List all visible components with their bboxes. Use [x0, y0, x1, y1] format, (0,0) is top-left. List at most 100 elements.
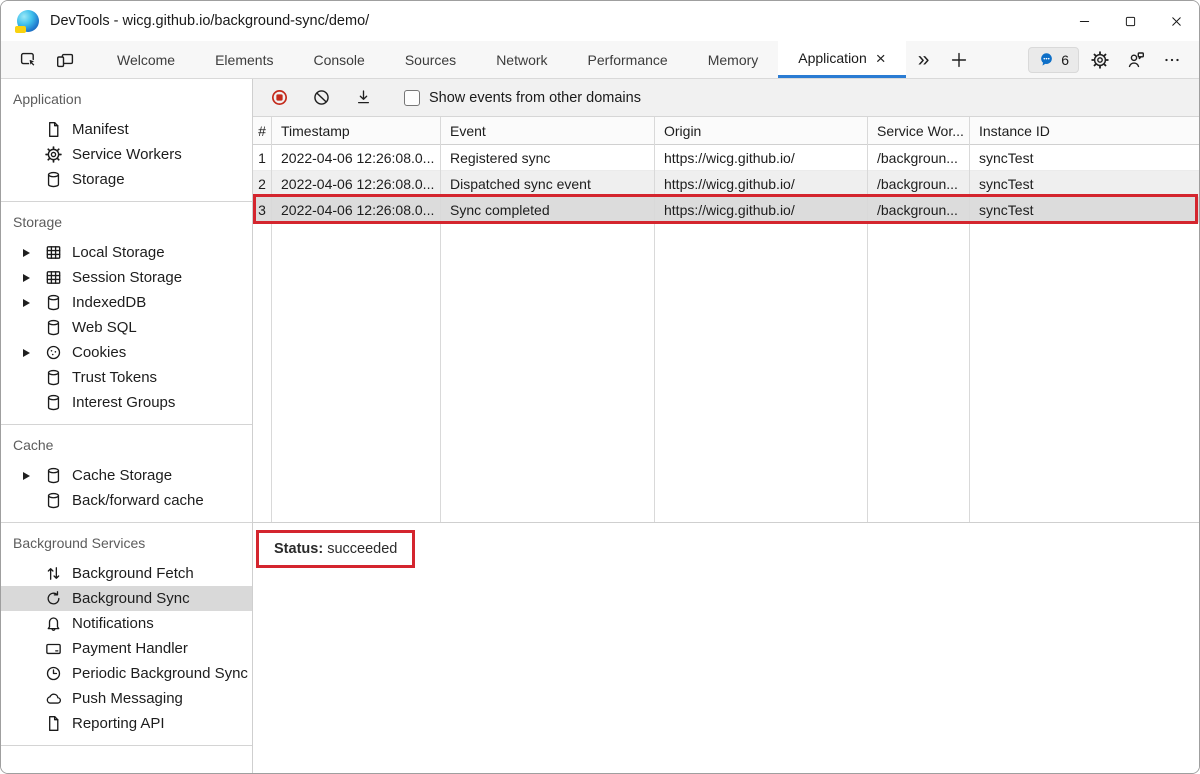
- tab-close-icon[interactable]: ×: [876, 50, 886, 67]
- database-icon: [44, 318, 63, 337]
- cell-timestamp: 2022-04-06 12:26:08.0...: [271, 176, 440, 192]
- sidebar-item-service-workers[interactable]: Service Workers: [1, 142, 252, 167]
- expand-arrow-icon[interactable]: [23, 472, 30, 480]
- cell-event: Dispatched sync event: [440, 176, 654, 192]
- sidebar-item-back-forward-cache[interactable]: Back/forward cache: [1, 488, 252, 513]
- status-value: succeeded: [327, 541, 397, 557]
- record-button[interactable]: [264, 83, 294, 113]
- database-icon: [44, 466, 63, 485]
- sidebar-item-trust-tokens[interactable]: Trust Tokens: [1, 365, 252, 390]
- sidebar-item-push-messaging[interactable]: Push Messaging: [1, 686, 252, 711]
- sidebar-item-interest-groups[interactable]: Interest Groups: [1, 390, 252, 415]
- sidebar-item-indexeddb[interactable]: IndexedDB: [1, 290, 252, 315]
- event-row[interactable]: 32022-04-06 12:26:08.0...Sync completedh…: [253, 197, 1199, 223]
- tab-elements[interactable]: Elements: [195, 41, 293, 78]
- sidebar-item-label: Push Messaging: [72, 690, 183, 707]
- column-header[interactable]: Event: [440, 123, 654, 139]
- updown-arrows-icon: [44, 564, 63, 583]
- sidebar-item-session-storage[interactable]: Session Storage: [1, 265, 252, 290]
- expand-arrow-icon[interactable]: [23, 274, 30, 282]
- sidebar-section: Cache Cache Storage Back/forward cache: [1, 425, 252, 523]
- column-divider: [440, 117, 441, 522]
- devtools-tabbar: Welcome Elements Console Sources Network…: [1, 41, 1199, 79]
- tab-performance[interactable]: Performance: [568, 41, 688, 78]
- tab-memory[interactable]: Memory: [688, 41, 779, 78]
- sidebar-item-cookies[interactable]: Cookies: [1, 340, 252, 365]
- sidebar-item-reporting-api[interactable]: Reporting API: [1, 711, 252, 736]
- cell-timestamp: 2022-04-06 12:26:08.0...: [271, 150, 440, 166]
- column-header[interactable]: Instance ID: [969, 123, 1199, 139]
- database-icon: [44, 491, 63, 510]
- tab-console[interactable]: Console: [293, 41, 384, 78]
- save-events-button[interactable]: [348, 83, 378, 113]
- devtools-body: Application Manifest Service Workers Sto…: [1, 79, 1199, 773]
- events-table: #TimestampEventOriginService Wor...Insta…: [253, 117, 1199, 523]
- column-header[interactable]: Timestamp: [271, 123, 440, 139]
- show-other-domains-checkbox[interactable]: [404, 90, 420, 106]
- more-tabs-button[interactable]: »: [906, 41, 942, 78]
- add-tab-button[interactable]: [941, 41, 977, 78]
- more-options-button[interactable]: [1157, 45, 1187, 75]
- sidebar-item-label: Back/forward cache: [72, 492, 204, 509]
- tab-sources[interactable]: Sources: [385, 41, 476, 78]
- event-row[interactable]: 12022-04-06 12:26:08.0...Registered sync…: [253, 145, 1199, 171]
- sidebar-item-storage[interactable]: Storage: [1, 167, 252, 192]
- sidebar-item-web-sql[interactable]: Web SQL: [1, 315, 252, 340]
- tab-label: Memory: [708, 52, 759, 68]
- cell-event: Registered sync: [440, 150, 654, 166]
- cloud-icon: [44, 689, 63, 708]
- sidebar-item-local-storage[interactable]: Local Storage: [1, 240, 252, 265]
- feedback-button[interactable]: [1121, 45, 1151, 75]
- expand-arrow-icon[interactable]: [23, 299, 30, 307]
- sidebar-item-cache-storage[interactable]: Cache Storage: [1, 463, 252, 488]
- sidebar-item-label: Cookies: [72, 344, 126, 361]
- bell-icon: [44, 614, 63, 633]
- sidebar-section: Application Manifest Service Workers Sto…: [1, 79, 252, 202]
- sidebar-item-payment-handler[interactable]: Payment Handler: [1, 636, 252, 661]
- close-button[interactable]: [1153, 1, 1199, 41]
- tabbar-right-cluster: 6: [1028, 41, 1199, 78]
- sidebar-item-label: Storage: [72, 171, 125, 188]
- sidebar-item-label: Background Sync: [72, 590, 190, 607]
- sidebar-item-periodic-background-sync[interactable]: Periodic Background Sync: [1, 661, 252, 686]
- clear-events-button[interactable]: [306, 83, 336, 113]
- events-table-rows: 12022-04-06 12:26:08.0...Registered sync…: [253, 145, 1199, 223]
- table-icon: [44, 243, 63, 262]
- inspect-element-button[interactable]: [11, 41, 47, 78]
- tab-label: Sources: [405, 52, 456, 68]
- sidebar-section: Background Services Background Fetch Bac…: [1, 523, 252, 746]
- sidebar-item-label: Payment Handler: [72, 640, 188, 657]
- expand-arrow-icon[interactable]: [23, 249, 30, 257]
- tab-welcome[interactable]: Welcome: [97, 41, 195, 78]
- sidebar-item-manifest[interactable]: Manifest: [1, 117, 252, 142]
- sidebar-item-background-sync[interactable]: Background Sync: [1, 586, 252, 611]
- tab-label: Console: [313, 52, 364, 68]
- activity-badge[interactable]: 6: [1028, 47, 1079, 73]
- events-table-header: #TimestampEventOriginService Wor...Insta…: [253, 117, 1199, 145]
- maximize-button[interactable]: [1107, 1, 1153, 41]
- tab-label: Welcome: [117, 52, 175, 68]
- tab-network[interactable]: Network: [476, 41, 567, 78]
- column-header[interactable]: Service Wor...: [867, 123, 969, 139]
- column-header[interactable]: #: [253, 123, 271, 139]
- tab-label: Network: [496, 52, 547, 68]
- sidebar-item-notifications[interactable]: Notifications: [1, 611, 252, 636]
- column-header[interactable]: Origin: [654, 123, 867, 139]
- sidebar-item-label: Web SQL: [72, 319, 137, 336]
- minimize-button[interactable]: [1061, 1, 1107, 41]
- annotation-highlight-status: Status: succeeded: [256, 530, 415, 568]
- event-row[interactable]: 22022-04-06 12:26:08.0...Dispatched sync…: [253, 171, 1199, 197]
- activity-bubble-icon: [1038, 51, 1055, 68]
- gear-icon: [44, 145, 63, 164]
- cell-origin: https://wicg.github.io/: [654, 176, 867, 192]
- sidebar-item-label: Session Storage: [72, 269, 182, 286]
- sidebar-item-label: Local Storage: [72, 244, 165, 261]
- tab-label: Performance: [588, 52, 668, 68]
- window-controls: [1061, 1, 1199, 41]
- settings-gear-button[interactable]: [1085, 45, 1115, 75]
- device-toolbar-button[interactable]: [47, 41, 83, 78]
- sidebar-item-background-fetch[interactable]: Background Fetch: [1, 561, 252, 586]
- expand-arrow-icon[interactable]: [23, 349, 30, 357]
- tab-application[interactable]: Application ×: [778, 41, 905, 78]
- sidebar-section-header: Cache: [1, 425, 252, 457]
